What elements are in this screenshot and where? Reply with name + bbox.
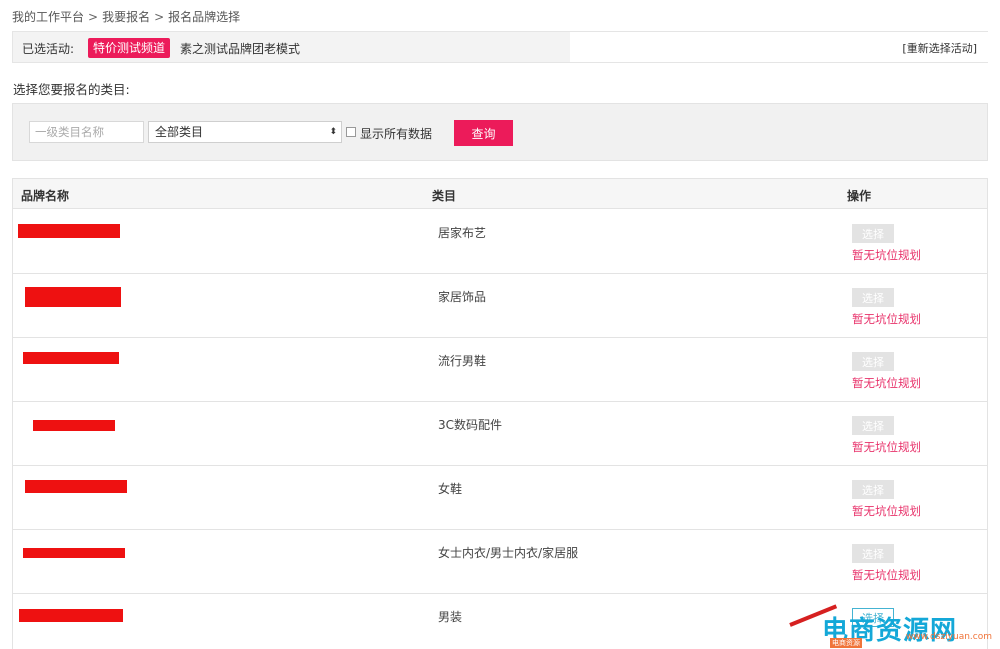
section-title: 选择您要报名的类目:	[13, 82, 130, 97]
breadcrumb: 我的工作平台 > 我要报名 > 报名品牌选择	[12, 8, 240, 25]
row-category: 女鞋	[438, 482, 463, 496]
query-button[interactable]: 查询	[454, 120, 513, 146]
brand-name-redacted	[23, 352, 119, 364]
select-button[interactable]: 选择	[852, 544, 894, 563]
breadcrumb-separator: >	[154, 10, 165, 24]
select-button[interactable]: 选择	[852, 288, 894, 307]
brand-name-redacted	[25, 287, 121, 307]
breadcrumb-separator: >	[88, 10, 99, 24]
category-select-value: 全部类目	[155, 125, 204, 139]
row-category: 女士内衣/男士内衣/家居服	[438, 546, 579, 560]
no-slot-plan-text: 暂无坑位规划	[852, 312, 921, 326]
row-category: 3C数码配件	[438, 418, 503, 432]
show-all-label: 显示所有数据	[360, 127, 433, 141]
brand-name-redacted	[25, 480, 127, 493]
header-brand-name: 品牌名称	[21, 189, 70, 203]
row-category: 家居饰品	[438, 290, 487, 304]
select-button[interactable]: 选择	[852, 416, 894, 435]
no-slot-plan-text: 暂无坑位规划	[852, 568, 921, 582]
no-slot-plan-text: 暂无坑位规划	[852, 440, 921, 454]
select-button[interactable]: 选择	[852, 352, 894, 371]
brand-name-redacted	[23, 548, 125, 558]
breadcrumb-item-signup[interactable]: 我要报名	[102, 10, 150, 24]
select-button[interactable]: 选择	[852, 224, 894, 243]
filter-panel: 全部类目 ⬍ 显示所有数据 查询	[12, 103, 988, 161]
selected-activity-bar: 已选活动: 特价测试频道 素之测试品牌团老模式 [重新选择活动]	[12, 31, 989, 63]
breadcrumb-item-brand-select: 报名品牌选择	[168, 10, 241, 24]
brand-table: 品牌名称 类目 操作 居家布艺 选择 暂无坑位规划 家居饰品 选择 暂无坑位规划…	[12, 178, 988, 649]
category-select[interactable]: 全部类目 ⬍	[148, 121, 342, 143]
reselect-activity-link[interactable]: [重新选择活动]	[902, 40, 977, 56]
header-action: 操作	[847, 189, 872, 203]
selected-activity-label: 已选活动:	[22, 42, 75, 56]
brand-name-redacted	[18, 224, 120, 238]
select-arrows-icon: ⬍	[329, 127, 337, 137]
no-slot-plan-text: 暂无坑位规划	[852, 248, 921, 262]
brand-name-redacted	[19, 609, 123, 622]
brand-name-redacted	[33, 420, 115, 431]
no-slot-plan-text: 暂无坑位规划	[852, 504, 921, 518]
table-row: 居家布艺 选择 暂无坑位规划	[13, 210, 987, 274]
table-row: 女士内衣/男士内衣/家居服 选择 暂无坑位规划	[13, 530, 987, 594]
show-all-checkbox[interactable]	[346, 127, 356, 137]
table-row: 家居饰品 选择 暂无坑位规划	[13, 274, 987, 338]
watermark-logo: 电商资源网 www.dsziyuan.com 电商资源	[822, 608, 998, 648]
breadcrumb-item-workbench[interactable]: 我的工作平台	[12, 10, 84, 24]
activity-name: 素之测试品牌团老模式	[180, 42, 301, 56]
table-header: 品牌名称 类目 操作	[13, 179, 987, 209]
table-row: 3C数码配件 选择 暂无坑位规划	[13, 402, 987, 466]
row-category: 居家布艺	[438, 226, 487, 240]
watermark-badge: 电商资源	[830, 638, 862, 648]
activity-tag: 特价测试频道	[88, 38, 171, 58]
watermark-url: www.dsziyuan.com	[905, 632, 992, 642]
select-button[interactable]: 选择	[852, 480, 894, 499]
header-category: 类目	[432, 189, 457, 203]
category-name-input[interactable]	[29, 121, 144, 143]
row-category: 流行男鞋	[438, 354, 487, 368]
table-row: 流行男鞋 选择 暂无坑位规划	[13, 338, 987, 402]
no-slot-plan-text: 暂无坑位规划	[852, 376, 921, 390]
table-row: 女鞋 选择 暂无坑位规划	[13, 466, 987, 530]
row-category: 男装	[438, 610, 463, 624]
